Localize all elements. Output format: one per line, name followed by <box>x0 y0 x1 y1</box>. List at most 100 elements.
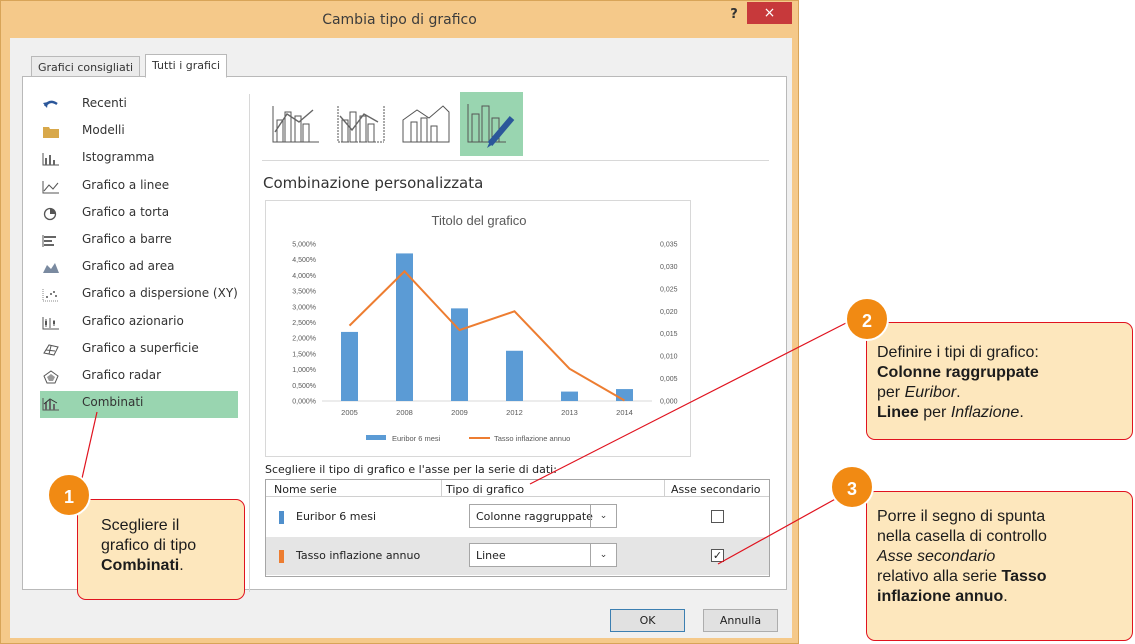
chart-type-label: Grafico ad area <box>82 259 175 274</box>
chevron-down-icon[interactable]: ⌄ <box>590 505 616 527</box>
bar-euribor <box>396 253 413 401</box>
header-separator <box>664 480 665 496</box>
chart-type-dispersione[interactable]: Grafico a dispersione (XY) <box>30 282 240 309</box>
legend-label-inflazione: Tasso inflazione annuo <box>494 434 570 443</box>
series-row-euribor[interactable]: Euribor 6 mesi Colonne raggruppate ⌄ <box>266 498 769 536</box>
y2-tick-label: 0,025 <box>660 286 678 293</box>
chart-type-linee[interactable]: Grafico a linee <box>30 174 240 201</box>
callout-text: per <box>877 384 905 401</box>
chart-type-recenti[interactable]: Recenti <box>30 92 240 119</box>
chevron-down-icon[interactable]: ⌄ <box>590 544 616 566</box>
callout-text: . <box>956 384 961 401</box>
callout-text: Porre il segno di spunta <box>877 508 1046 525</box>
callout-bold: Colonne raggruppate <box>877 364 1039 381</box>
subtype-stacked-area-column[interactable] <box>395 92 458 156</box>
help-button[interactable]: ? <box>723 5 745 27</box>
pie-chart-icon <box>42 207 58 221</box>
tab-tutti-i-grafici[interactable]: Tutti i grafici <box>145 54 228 78</box>
chart-type-superficie[interactable]: Grafico a superficie <box>30 337 240 364</box>
y2-tick-label: 0,015 <box>660 331 678 338</box>
tab-grafici-consigliati[interactable]: Grafici consigliati <box>31 56 141 78</box>
series-row-inflazione[interactable]: Tasso inflazione annuo Linee ⌄ ✓ <box>266 537 769 575</box>
chart-type-label: Grafico a linee <box>82 177 170 192</box>
callout-text: Definire i tipi di grafico: <box>877 344 1039 361</box>
chart-type-label: Combinati <box>82 395 144 410</box>
header-tipo-grafico: Tipo di grafico <box>446 483 525 496</box>
secondary-axis-checkbox-euribor[interactable] <box>711 510 724 523</box>
callout-bold: Combinati <box>101 557 180 574</box>
callout-text: grafico di tipo <box>101 537 197 554</box>
subtype-clustered-column-line[interactable] <box>265 92 328 156</box>
callout-text: nella casella di controllo <box>877 528 1047 545</box>
callout-text: Scegliere il <box>101 517 180 534</box>
chart-type-label: Modelli <box>82 123 125 138</box>
folder-icon <box>42 125 59 139</box>
subtype-custom-combination[interactable] <box>460 92 523 156</box>
chart-preview: Titolo del grafico 5,000% 4,500% 4,000% 3,5… <box>265 200 691 457</box>
chart-type-barre[interactable]: Grafico a barre <box>30 228 240 255</box>
area-chart-icon <box>42 261 59 275</box>
line-inflazione <box>348 269 626 402</box>
stock-chart-icon <box>42 316 59 330</box>
x-tick-label: 2005 <box>341 408 358 417</box>
ok-button[interactable]: OK <box>610 609 685 632</box>
chart-type-label: Istogramma <box>82 150 155 165</box>
legend-label-euribor: Euribor 6 mesi <box>392 434 441 443</box>
callout-text: . <box>1003 588 1008 605</box>
chart-type-select-inflazione[interactable]: Linee ⌄ <box>469 543 617 567</box>
cancel-button[interactable]: Annulla <box>703 609 778 632</box>
series-name: Tasso inflazione annuo <box>296 549 421 562</box>
y2-tick-label: 0,010 <box>660 354 678 361</box>
callout-italic: Asse secondario <box>877 548 996 565</box>
y-tick-label: 0,500% <box>292 383 316 390</box>
y-tick-label: 1,500% <box>292 351 316 358</box>
header-line <box>266 496 769 497</box>
y-tick-label: 4,000% <box>292 273 316 280</box>
callout-text: relativo alla serie <box>877 568 1002 585</box>
y-tick-label: 1,000% <box>292 367 316 374</box>
secondary-axis-checkbox-inflazione[interactable]: ✓ <box>711 549 724 562</box>
chart-type-label: Grafico a barre <box>82 231 172 246</box>
y2-tick-label: 0,035 <box>660 242 678 249</box>
chart-type-azionario[interactable]: Grafico azionario <box>30 310 240 337</box>
y-tick-label: 4,500% <box>292 257 316 264</box>
title-bar[interactable]: Cambia tipo di grafico ? × <box>1 1 798 39</box>
combo-chart-icon <box>42 397 59 411</box>
radar-chart-icon <box>42 370 59 384</box>
subtype-clustered-column-line-secondary[interactable] <box>330 92 393 156</box>
panel-divider <box>249 94 250 592</box>
column-chart-icon <box>42 152 59 166</box>
x-tick-label: 2008 <box>396 408 413 417</box>
y2-tick-label: 0,005 <box>660 376 678 383</box>
callout-text: . <box>1019 404 1024 421</box>
bar-euribor <box>506 350 523 401</box>
header-separator <box>441 480 442 496</box>
step-badge-1: 1 <box>47 473 91 517</box>
scatter-chart-icon <box>42 288 59 302</box>
callout-italic: Euribor <box>904 384 957 401</box>
header-asse-secondario: Asse secondario <box>671 483 761 496</box>
bar-chart-icon <box>42 234 58 248</box>
chart-type-label: Grafico a dispersione (XY) <box>82 286 238 301</box>
chart-svg: Titolo del grafico 5,000% 4,500% 4,000% 3,5… <box>292 213 678 443</box>
chart-type-area[interactable]: Grafico ad area <box>30 255 240 282</box>
chart-type-select-euribor[interactable]: Colonne raggruppate ⌄ <box>469 504 617 528</box>
chart-type-label: Grafico a torta <box>82 204 170 219</box>
chart-type-istogramma[interactable]: Istogramma <box>30 146 240 173</box>
legend-swatch-euribor <box>366 435 386 440</box>
close-button[interactable]: × <box>747 2 792 24</box>
chart-type-label: Grafico radar <box>82 367 162 382</box>
x-tick-label: 2012 <box>506 408 523 417</box>
dialog-title: Cambia tipo di grafico <box>322 12 477 28</box>
callout-3: Porre il segno di spunta nella casella d… <box>866 491 1133 641</box>
x-tick-label: 2013 <box>561 408 578 417</box>
chart-type-label: Grafico a superficie <box>82 340 199 355</box>
chart-type-label: Recenti <box>82 96 127 110</box>
y-tick-label: 3,500% <box>292 289 316 296</box>
select-value: Linee <box>476 549 506 562</box>
chart-type-combinati[interactable]: Combinati <box>40 391 238 419</box>
chart-type-torta[interactable]: Grafico a torta <box>30 201 240 228</box>
chart-type-modelli[interactable]: Modelli <box>30 119 240 146</box>
callout-text: . <box>179 557 184 574</box>
chart-type-radar[interactable]: Grafico radar <box>30 364 240 391</box>
